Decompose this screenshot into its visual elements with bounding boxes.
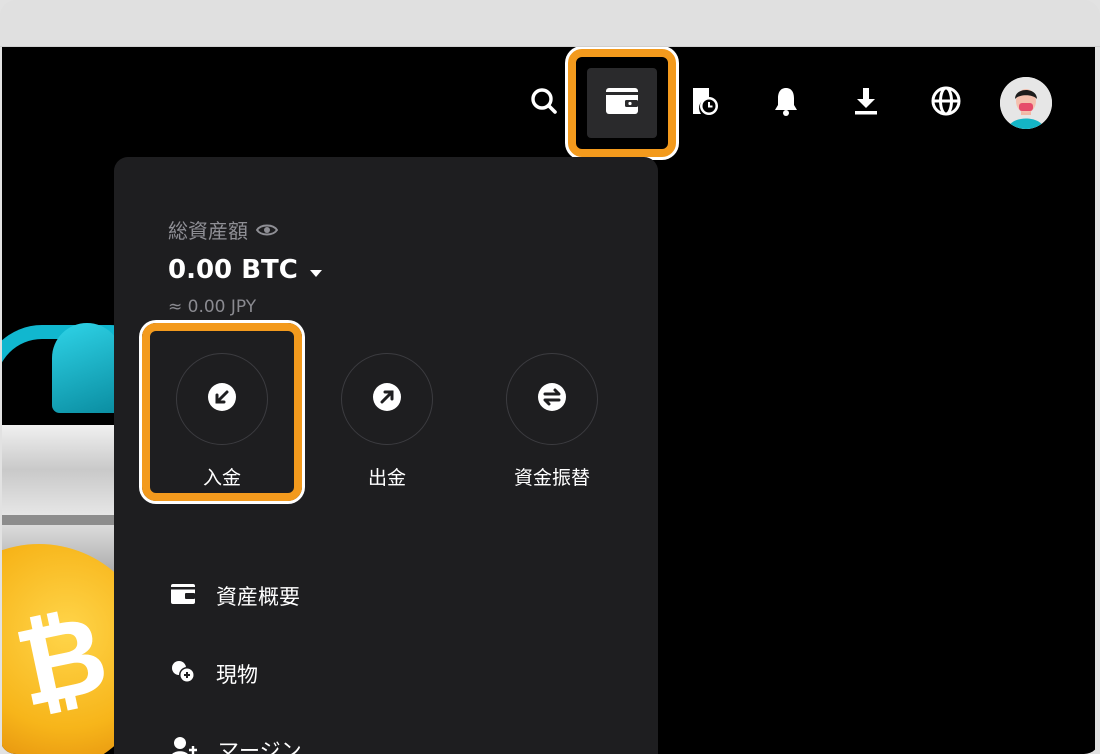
screenshot-frame: ₿ 総資産額 0.00 BTC ≈ 0.00 JPY 入金 出金 資金振替 資産… [0,0,1100,754]
browser-chrome-bar [0,0,1100,47]
menu-item-spot[interactable]: 現物 [170,659,258,689]
menu-item-asset-overview[interactable]: 資産概要 [170,581,300,611]
balance-value: 0.00 BTC [168,255,298,285]
menu-item-label: マージン [218,739,302,754]
transfer-icon [535,380,569,418]
menu-item-label: 現物 [216,663,258,687]
caret-down-icon [309,255,322,285]
spot-coins-icon [170,660,196,689]
balance-jpy-value: ≈ 0.00 JPY [168,297,257,317]
balance-selector[interactable]: 0.00 BTC [168,255,322,285]
wallet-dropdown-panel: 総資産額 0.00 BTC ≈ 0.00 JPY 入金 出金 資金振替 資産概要… [114,157,658,754]
deposit-highlight-box [142,323,302,501]
withdraw-label: 出金 [367,467,406,489]
withdraw-button[interactable]: 出金 [317,353,457,490]
transfer-circle[interactable] [506,353,598,445]
margin-user-icon [170,736,198,754]
withdraw-circle[interactable] [341,353,433,445]
total-assets-text: 総資産額 [168,219,248,243]
total-assets-label: 総資産額 [168,215,279,244]
wallet-icon [170,583,196,610]
withdraw-arrow-icon [370,380,404,418]
transfer-button[interactable]: 資金振替 [482,353,622,490]
menu-item-label: 資産概要 [216,585,300,609]
app-window: ₿ 総資産額 0.00 BTC ≈ 0.00 JPY 入金 出金 資金振替 資産… [2,47,1095,754]
menu-item-margin[interactable]: マージン [170,735,302,754]
eye-icon[interactable] [255,218,279,242]
transfer-label: 資金振替 [513,467,590,489]
